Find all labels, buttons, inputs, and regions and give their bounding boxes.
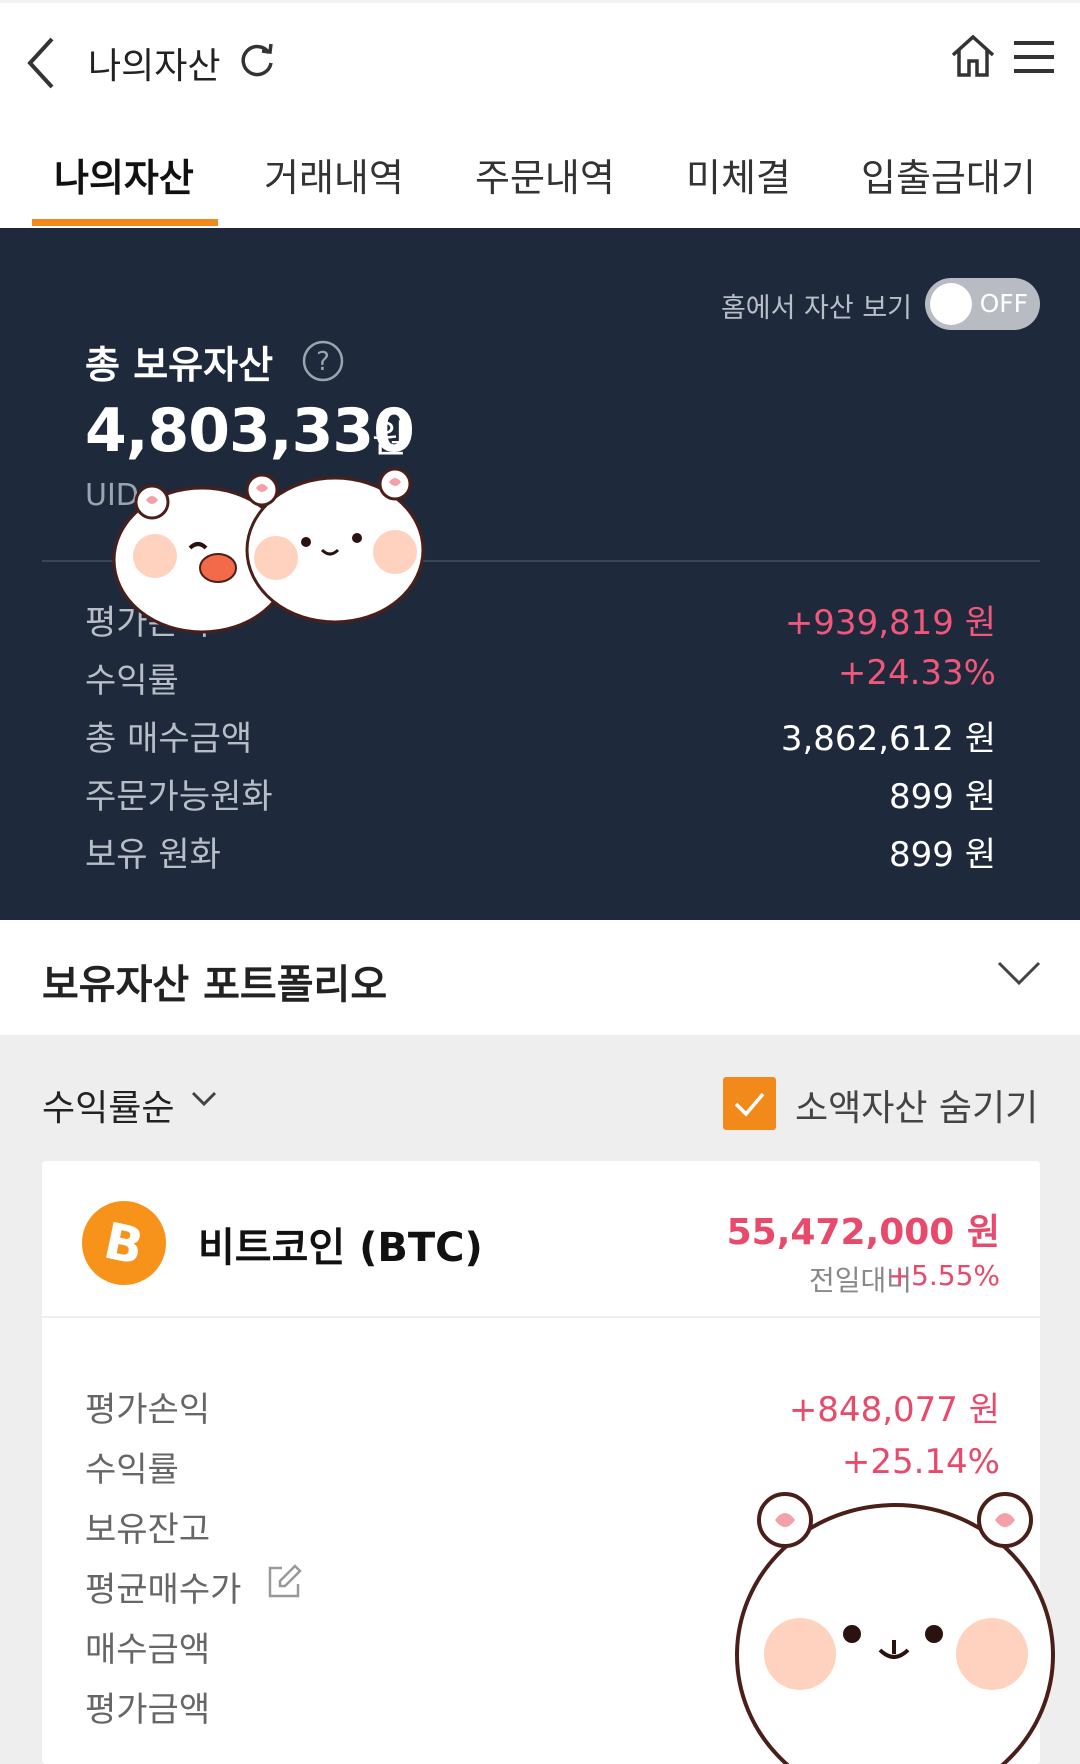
summary-value-return: +24.33%	[837, 653, 996, 693]
sort-chevron-down-icon[interactable]	[190, 1089, 218, 1109]
summary-label-held-krw: 보유 원화	[85, 835, 221, 875]
bitcoin-icon: B	[82, 1201, 166, 1285]
home-icon[interactable]	[950, 33, 996, 79]
help-icon[interactable]: ?	[302, 340, 344, 382]
sort-dropdown[interactable]: 수익률순	[42, 1079, 174, 1131]
coin-label-pnl: 평가손익	[85, 1390, 211, 1430]
tab-trade-history[interactable]: 거래내역	[264, 147, 404, 202]
top-bar: 나의자산	[0, 0, 1080, 115]
coin-label-balance: 보유잔고	[85, 1510, 211, 1550]
total-assets-unit: 원	[372, 417, 407, 461]
coin-value-return: +25.14%	[841, 1442, 1000, 1482]
tab-unfilled[interactable]: 미체결	[686, 147, 791, 202]
total-assets-value: 4,803,330	[85, 396, 415, 466]
coin-change: +5.55%	[887, 1259, 1000, 1292]
page-title: 나의자산	[88, 46, 221, 87]
checkmark-icon	[734, 1092, 765, 1117]
asset-summary: 홈에서 자산 보기 OFF 총 보유자산 ? 4,803,330 원 UID 평…	[0, 228, 1080, 920]
coin-value-pnl: +848,077 원	[788, 1390, 1000, 1430]
summary-label-orderable-krw: 주문가능원화	[85, 777, 273, 817]
coin-label-return: 수익률	[85, 1450, 179, 1490]
back-arrow-icon[interactable]	[22, 33, 62, 93]
chevron-down-icon[interactable]	[996, 958, 1042, 988]
bear-sticker-pair	[112, 467, 425, 634]
tab-deposit-withdraw-pending[interactable]: 입출금대기	[861, 147, 1036, 202]
edit-icon[interactable]	[266, 1564, 302, 1600]
hide-small-assets-checkbox[interactable]	[723, 1077, 776, 1130]
toggle-knob	[930, 283, 972, 325]
toggle-state-text: OFF	[979, 289, 1028, 318]
tab-bar: 나의자산 거래내역 주문내역 미체결 입출금대기	[0, 115, 1080, 228]
svg-text:?: ?	[316, 347, 330, 377]
portfolio-header[interactable]: 보유자산 포트폴리오	[0, 920, 1080, 1035]
active-tab-indicator	[32, 219, 218, 226]
tab-order-history[interactable]: 주문내역	[475, 147, 615, 202]
home-toggle-label: 홈에서 자산 보기	[720, 293, 912, 324]
tab-my-assets[interactable]: 나의자산	[54, 147, 194, 202]
summary-value-orderable-krw: 899 원	[889, 777, 996, 817]
summary-label-return: 수익률	[85, 661, 179, 701]
summary-value-held-krw: 899 원	[889, 835, 996, 875]
hide-small-assets-label[interactable]: 소액자산 숨기기	[795, 1079, 1038, 1131]
coin-card-header[interactable]: B 비트코인 (BTC) 55,472,000 원 전일대비 +5.55%	[42, 1161, 1040, 1318]
summary-label-total-buy: 총 매수금액	[85, 719, 253, 759]
coin-name: 비트코인 (BTC)	[198, 1225, 483, 1271]
home-assets-toggle[interactable]: OFF	[925, 278, 1040, 330]
coin-label-avg-price: 평균매수가	[85, 1570, 242, 1610]
refresh-icon[interactable]	[238, 41, 276, 79]
portfolio-title: 보유자산 포트폴리오	[42, 962, 388, 1008]
summary-value-pnl: +939,819 원	[784, 603, 996, 643]
svg-text:B: B	[99, 1212, 148, 1277]
coin-price: 55,472,000 원	[726, 1212, 1000, 1253]
coin-label-buy-amount: 매수금액	[85, 1630, 211, 1670]
coin-label-eval-amount: 평가금액	[85, 1690, 211, 1730]
menu-icon[interactable]	[1012, 37, 1056, 77]
total-assets-label: 총 보유자산	[85, 343, 274, 387]
bear-sticker	[735, 1492, 1055, 1764]
summary-value-total-buy: 3,862,612 원	[780, 719, 996, 759]
